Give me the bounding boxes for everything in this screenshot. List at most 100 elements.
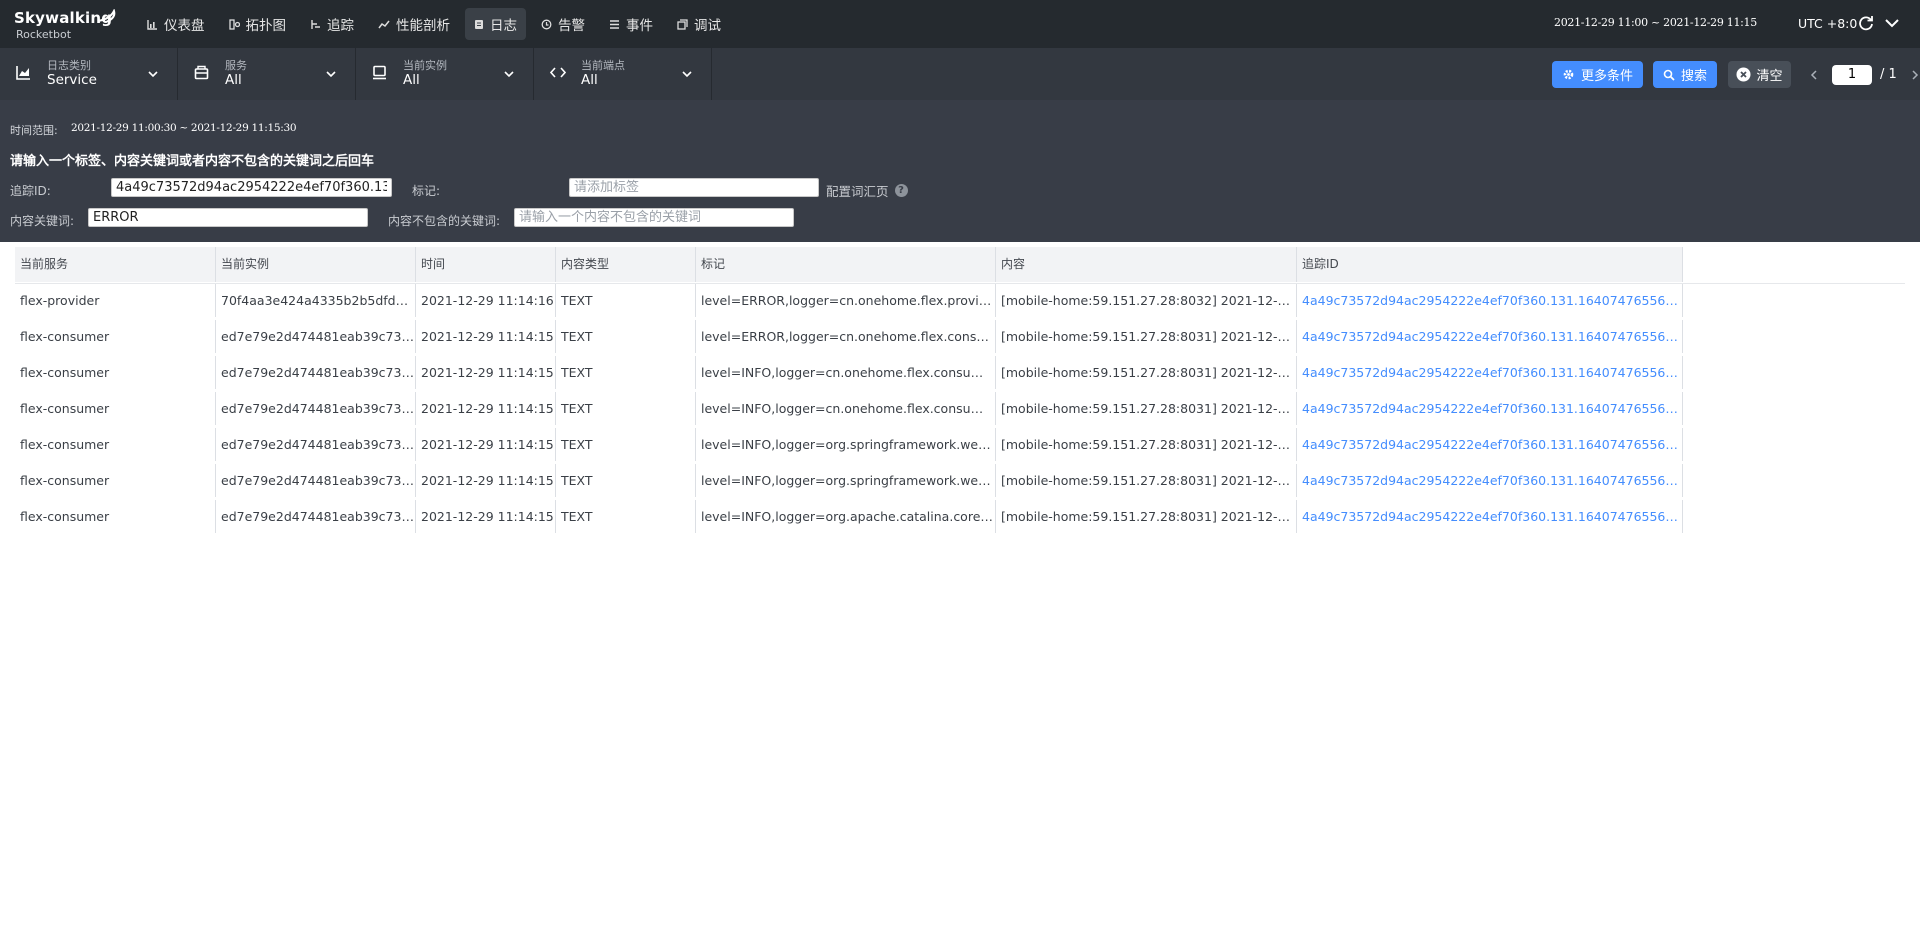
select-value: Service bbox=[47, 72, 97, 88]
cell-content-type: TEXT bbox=[556, 392, 696, 425]
cell-trace-id[interactable]: 4a49c73572d94ac2954222e4ef70f360.131.164… bbox=[1297, 464, 1683, 497]
cell-trace-id[interactable]: 4a49c73572d94ac2954222e4ef70f360.131.164… bbox=[1297, 500, 1683, 533]
topology-icon bbox=[228, 18, 240, 30]
cell-time: 2021-12-29 11:14:15 bbox=[416, 464, 556, 497]
cell-trace-id[interactable]: 4a49c73572d94ac2954222e4ef70f360.131.164… bbox=[1297, 284, 1683, 317]
select-value: All bbox=[403, 72, 420, 88]
keyword-label: 内容关键词: bbox=[10, 214, 75, 228]
cell-service: flex-consumer bbox=[15, 500, 216, 533]
package-icon bbox=[194, 65, 209, 80]
table-row[interactable]: flex-consumer ed7e79e2d474481eab39c7368..… bbox=[15, 428, 1683, 461]
nav-item-log[interactable]: 日志 bbox=[465, 8, 526, 40]
cell-content-type: TEXT bbox=[556, 356, 696, 389]
filter-instruction: 请输入一个标签、内容关键词或者内容不包含的关键词之后回车 bbox=[10, 154, 375, 169]
cell-content: [mobile-home:59.151.27.28:8031] 2021-12-… bbox=[996, 464, 1297, 497]
table-row[interactable]: flex-consumer ed7e79e2d474481eab39c7368..… bbox=[15, 500, 1683, 533]
cell-instance: 70f4aa3e424a4335b2b5dfd83f... bbox=[216, 284, 416, 317]
cell-tags: level=ERROR,logger=cn.onehome.flex.provi… bbox=[696, 284, 996, 317]
column-header-content-type: 内容类型 bbox=[556, 247, 696, 282]
log-icon bbox=[475, 19, 483, 29]
cell-trace-id[interactable]: 4a49c73572d94ac2954222e4ef70f360.131.164… bbox=[1297, 320, 1683, 353]
chevron-down-icon bbox=[326, 71, 336, 78]
time-range-value[interactable]: 2021-12-29 11:00:30 ~ 2021-12-29 11:15:3… bbox=[71, 122, 297, 134]
chevron-right-icon[interactable] bbox=[1911, 69, 1919, 80]
nav-item-event[interactable]: 事件 bbox=[600, 8, 662, 40]
logo-subtitle: Rocketbot bbox=[16, 28, 72, 41]
top-nav-bar: Skywalking Rocketbot 仪表盘 拓扑图 追踪 性能剖析 日志 … bbox=[0, 0, 1920, 48]
chevron-down-icon[interactable] bbox=[1884, 15, 1900, 31]
log-filter-panel: 时间范围: 2021-12-29 11:00:30 ~ 2021-12-29 1… bbox=[0, 100, 1920, 242]
cell-instance: ed7e79e2d474481eab39c7368... bbox=[216, 428, 416, 461]
cell-trace-id[interactable]: 4a49c73572d94ac2954222e4ef70f360.131.164… bbox=[1297, 428, 1683, 461]
exclude-keyword-input[interactable] bbox=[514, 208, 794, 227]
cell-time: 2021-12-29 11:14:15 bbox=[416, 392, 556, 425]
table-header: 当前服务 当前实例 时间 内容类型 标记 内容 追踪ID bbox=[15, 247, 1683, 282]
nav-item-profile[interactable]: 性能剖析 bbox=[369, 8, 459, 40]
cell-content: [mobile-home:59.151.27.28:8031] 2021-12-… bbox=[996, 356, 1297, 389]
trace-id-label: 追踪ID: bbox=[10, 184, 51, 198]
refresh-icon[interactable] bbox=[1858, 15, 1874, 31]
chevron-down-icon bbox=[504, 71, 514, 78]
event-icon bbox=[610, 19, 619, 29]
cell-trace-id[interactable]: 4a49c73572d94ac2954222e4ef70f360.131.164… bbox=[1297, 392, 1683, 425]
column-header-trace-id: 追踪ID bbox=[1297, 247, 1683, 282]
nav-item-alarm[interactable]: 告警 bbox=[532, 8, 594, 40]
cell-time: 2021-12-29 11:14:15 bbox=[416, 356, 556, 389]
table-row[interactable]: flex-consumer ed7e79e2d474481eab39c7368..… bbox=[15, 356, 1683, 389]
skywalking-logo[interactable]: Skywalking Rocketbot bbox=[14, 7, 124, 43]
nav-item-debug[interactable]: 调试 bbox=[668, 8, 730, 40]
column-header-time: 时间 bbox=[416, 247, 556, 282]
table-row[interactable]: flex-consumer ed7e79e2d474481eab39c7368..… bbox=[15, 392, 1683, 425]
select-label: 当前实例 bbox=[403, 59, 447, 72]
table-row[interactable]: flex-consumer ed7e79e2d474481eab39c7368..… bbox=[15, 464, 1683, 497]
cell-service: flex-provider bbox=[15, 284, 216, 317]
nav-item-topology[interactable]: 拓扑图 bbox=[220, 8, 296, 40]
tag-input[interactable] bbox=[569, 178, 819, 197]
cell-content-type: TEXT bbox=[556, 464, 696, 497]
table-row[interactable]: flex-consumer ed7e79e2d474481eab39c7368..… bbox=[15, 320, 1683, 353]
cell-instance: ed7e79e2d474481eab39c7368... bbox=[216, 464, 416, 497]
nav-item-dashboard[interactable]: 仪表盘 bbox=[138, 8, 214, 40]
keyword-input[interactable] bbox=[88, 208, 368, 227]
cell-time: 2021-12-29 11:14:15 bbox=[416, 500, 556, 533]
cell-tags: level=INFO,logger=cn.onehome.flex.consum… bbox=[696, 392, 996, 425]
tag-label: 标记: bbox=[412, 184, 441, 198]
config-vocabulary-label: 配置词汇页 bbox=[826, 184, 889, 199]
trace-id-input[interactable] bbox=[111, 178, 392, 197]
table-row[interactable]: flex-provider 70f4aa3e424a4335b2b5dfd83f.… bbox=[15, 284, 1683, 317]
help-icon[interactable]: ? bbox=[894, 184, 908, 197]
log-category-select[interactable]: 日志类别 Service bbox=[0, 48, 178, 100]
log-toolbar: 日志类别 Service 服务 All 当前实例 All 当前端点 All 更多… bbox=[0, 48, 1920, 100]
endpoint-select[interactable]: 当前端点 All bbox=[534, 48, 712, 100]
config-vocabulary-link[interactable]: 配置词汇页 ? bbox=[826, 181, 908, 200]
search-label: 搜索 bbox=[1680, 69, 1707, 84]
service-select[interactable]: 服务 All bbox=[178, 48, 356, 100]
search-button[interactable]: 搜索 bbox=[1653, 61, 1717, 88]
nav-item-label: 事件 bbox=[626, 18, 653, 34]
header-time-range[interactable]: 2021-12-29 11:00 ~ 2021-12-29 11:15 bbox=[1554, 16, 1757, 29]
select-label: 当前端点 bbox=[581, 59, 625, 72]
trace-icon bbox=[311, 19, 320, 29]
column-header-service: 当前服务 bbox=[15, 247, 216, 282]
nav-item-trace[interactable]: 追踪 bbox=[301, 8, 363, 40]
cell-instance: ed7e79e2d474481eab39c7368... bbox=[216, 500, 416, 533]
more-conditions-label: 更多条件 bbox=[1580, 69, 1633, 84]
cell-service: flex-consumer bbox=[15, 320, 216, 353]
close-circle-icon bbox=[1736, 67, 1751, 82]
cell-content-type: TEXT bbox=[556, 320, 696, 353]
cell-time: 2021-12-29 11:14:15 bbox=[416, 320, 556, 353]
chevron-down-icon bbox=[148, 71, 158, 78]
cell-service: flex-consumer bbox=[15, 392, 216, 425]
cell-trace-id[interactable]: 4a49c73572d94ac2954222e4ef70f360.131.164… bbox=[1297, 356, 1683, 389]
cell-time: 2021-12-29 11:14:16 bbox=[416, 284, 556, 317]
clear-button[interactable]: 清空 bbox=[1728, 61, 1791, 88]
cell-service: flex-consumer bbox=[15, 464, 216, 497]
time-range-label: 时间范围: bbox=[10, 124, 58, 137]
page-number-input[interactable] bbox=[1832, 64, 1872, 85]
cell-tags: level=INFO,logger=org.springframework.we… bbox=[696, 428, 996, 461]
chevron-left-icon[interactable] bbox=[1810, 69, 1818, 80]
more-conditions-button[interactable]: 更多条件 bbox=[1552, 61, 1643, 88]
cell-instance: ed7e79e2d474481eab39c7368... bbox=[216, 320, 416, 353]
instance-select[interactable]: 当前实例 All bbox=[356, 48, 534, 100]
nav-item-label: 仪表盘 bbox=[164, 18, 205, 34]
